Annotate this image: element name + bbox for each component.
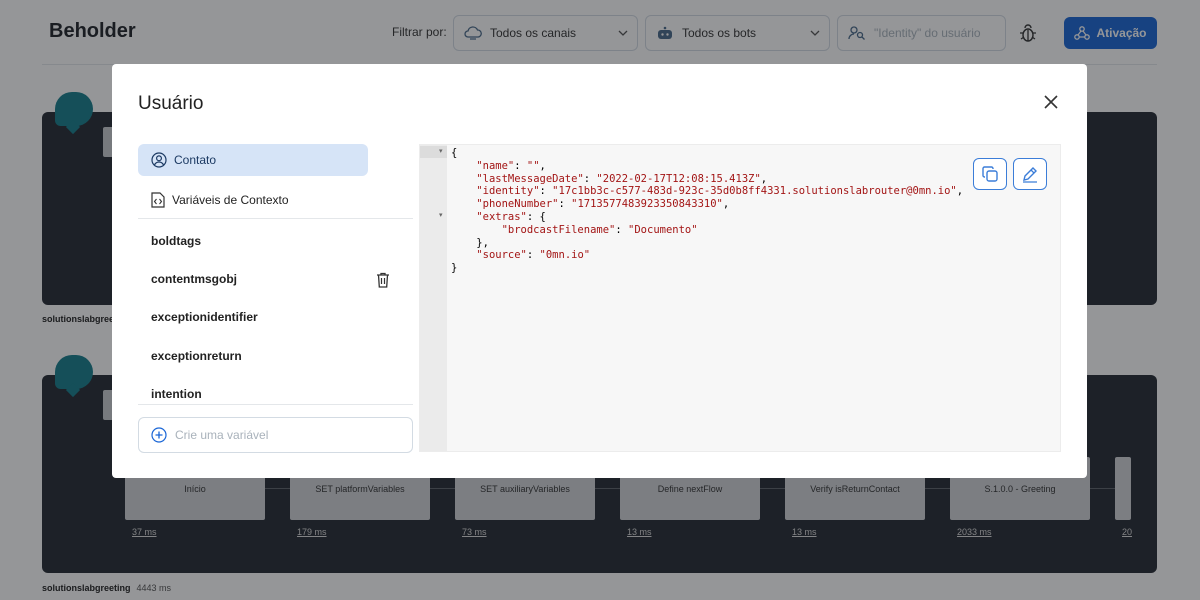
copy-button[interactable] bbox=[973, 158, 1007, 190]
new-variable-placeholder: Crie uma variável bbox=[175, 428, 269, 442]
user-circle-icon bbox=[151, 152, 167, 168]
tab-contact[interactable]: Contato bbox=[138, 144, 368, 176]
tab-context-variables[interactable]: Variáveis de Contexto bbox=[138, 184, 368, 216]
divider bbox=[138, 218, 413, 219]
variable-item[interactable]: contentmsgobj bbox=[151, 272, 237, 286]
variable-item[interactable]: exceptionidentifier bbox=[151, 310, 258, 324]
tab-contact-label: Contato bbox=[174, 153, 217, 167]
fold-arrow-icon[interactable]: ▾ bbox=[439, 211, 443, 219]
edit-button[interactable] bbox=[1013, 158, 1047, 190]
variable-item[interactable]: exceptionreturn bbox=[151, 349, 242, 363]
plus-circle-icon bbox=[151, 427, 167, 443]
json-code[interactable]: { "name": "", "lastMessageDate": "2022-0… bbox=[451, 147, 963, 275]
fold-arrow-icon[interactable]: ▾ bbox=[439, 147, 443, 155]
modal-title: Usuário bbox=[138, 93, 204, 114]
json-editor[interactable]: ▾ ▾ { "name": "", "lastMessageDate": "20… bbox=[419, 144, 1061, 452]
new-variable-input[interactable]: Crie uma variável bbox=[138, 417, 413, 453]
user-modal: Usuário Contato Variáveis de Contexto bo… bbox=[112, 64, 1087, 478]
tab-context-label: Variáveis de Contexto bbox=[172, 193, 289, 207]
trash-icon[interactable] bbox=[374, 271, 392, 289]
close-icon[interactable] bbox=[1043, 94, 1059, 110]
variable-item[interactable]: boldtags bbox=[151, 234, 201, 248]
divider bbox=[138, 404, 413, 405]
copy-icon bbox=[982, 166, 998, 182]
pencil-icon bbox=[1023, 167, 1037, 183]
editor-gutter: ▾ ▾ bbox=[420, 145, 447, 451]
variable-list: boldtags contentmsgobj exceptionidentifi… bbox=[138, 224, 413, 398]
variable-item[interactable]: intention bbox=[151, 387, 202, 398]
code-file-icon bbox=[151, 192, 165, 208]
